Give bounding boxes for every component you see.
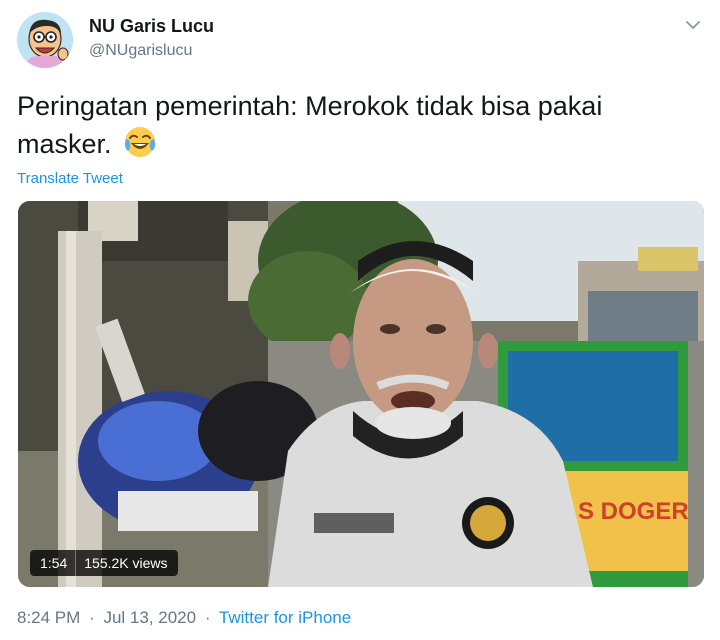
video-frame-illustration: S DOGER bbox=[18, 201, 704, 587]
author-avatar[interactable] bbox=[17, 12, 73, 68]
tweet-text-line-1: Peringatan pemerintah: Merokok tidak bis… bbox=[17, 91, 603, 121]
tweet-text-line-2: masker. bbox=[17, 125, 697, 163]
tweet-text-line-2-content: masker. bbox=[17, 129, 112, 159]
video-stats-badge: 1:54 155.2K views bbox=[30, 550, 178, 576]
tweet-source-link[interactable]: Twitter for iPhone bbox=[219, 608, 351, 627]
video-player[interactable]: S DOGER 1:54 155.2K views bbox=[18, 201, 704, 587]
tweet-text: Peringatan pemerintah: Merokok tidak bis… bbox=[17, 88, 697, 163]
translate-tweet-link[interactable]: Translate Tweet bbox=[17, 170, 123, 187]
more-options-chevron-down-icon[interactable] bbox=[682, 14, 704, 36]
tweet-meta-footer: 8:24 PM · Jul 13, 2020 · Twitter for iPh… bbox=[17, 608, 351, 628]
author-name[interactable]: NU Garis Lucu bbox=[89, 16, 214, 37]
tweet-time[interactable]: 8:24 PM bbox=[17, 608, 80, 627]
video-view-count: 155.2K views bbox=[84, 555, 168, 571]
cartoon-avatar-icon bbox=[17, 12, 73, 68]
separator-dot: · bbox=[204, 608, 211, 627]
tweet-date[interactable]: Jul 13, 2020 bbox=[103, 608, 196, 627]
separator-dot: · bbox=[89, 608, 95, 627]
cart-sign-text: S DOGER bbox=[578, 498, 689, 525]
face-with-tears-of-joy-icon bbox=[123, 125, 157, 159]
badge-divider bbox=[75, 550, 77, 576]
video-duration: 1:54 bbox=[40, 555, 68, 571]
author-handle[interactable]: @NUgarislucu bbox=[89, 42, 192, 60]
